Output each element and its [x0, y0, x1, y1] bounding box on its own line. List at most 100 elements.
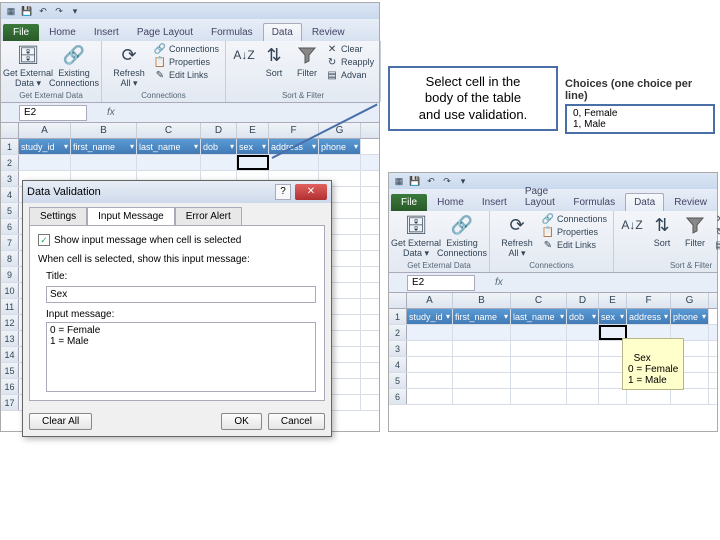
clear-button[interactable]: ✕Clear	[714, 213, 720, 225]
ok-button[interactable]: OK	[221, 413, 261, 430]
row-hdr[interactable]: 6	[389, 389, 407, 404]
row-hdr[interactable]: 5	[389, 373, 407, 388]
refresh-all-button[interactable]: ⟳ Refresh All ▾	[496, 213, 538, 259]
cell[interactable]	[407, 357, 453, 372]
row-hdr[interactable]: 17	[1, 395, 19, 410]
filter-dropdown-icon[interactable]: ▾	[130, 139, 134, 154]
hdr-address[interactable]: address▾	[627, 309, 671, 324]
advanced-button[interactable]: ▤Advan	[326, 69, 374, 81]
save-icon[interactable]: 💾	[21, 5, 33, 17]
col-F[interactable]: F	[627, 293, 671, 308]
name-box[interactable]: E2	[19, 105, 87, 121]
reapply-button[interactable]: ↻Reapply	[326, 56, 374, 68]
reapply-button[interactable]: ↻Reapply	[714, 226, 720, 238]
row-1[interactable]: 1	[389, 309, 407, 324]
sort-button[interactable]: ⇅ Sort	[260, 43, 288, 78]
cell[interactable]	[407, 389, 453, 404]
hdr-study-id[interactable]: study_id▾	[19, 139, 71, 154]
tab-insert[interactable]: Insert	[474, 194, 515, 211]
tab-file[interactable]: File	[391, 194, 427, 211]
hdr-phone[interactable]: phone▾	[671, 309, 709, 324]
cell[interactable]	[71, 155, 137, 170]
refresh-all-button[interactable]: ⟳ Refresh All ▾	[108, 43, 150, 89]
hdr-phone[interactable]: phone▾	[319, 139, 361, 154]
filter-dropdown-icon[interactable]: ▾	[230, 139, 234, 154]
col-B[interactable]: B	[453, 293, 511, 308]
filter-dropdown-icon[interactable]: ▾	[194, 139, 198, 154]
filter-dropdown-icon[interactable]: ▾	[702, 309, 706, 324]
cell[interactable]	[511, 389, 567, 404]
tab-review[interactable]: Review	[304, 24, 353, 41]
row-2[interactable]: 2	[389, 325, 407, 340]
hdr-last-name[interactable]: last_name▾	[511, 309, 567, 324]
cell[interactable]	[511, 341, 567, 356]
cell[interactable]	[511, 357, 567, 372]
filter-dropdown-icon[interactable]: ▾	[446, 309, 450, 324]
title-input[interactable]	[46, 286, 316, 303]
col-E[interactable]: E	[599, 293, 627, 308]
filter-dropdown-icon[interactable]: ▾	[504, 309, 508, 324]
filter-dropdown-icon[interactable]: ▾	[560, 309, 564, 324]
qat-dropdown-icon[interactable]: ▾	[69, 5, 81, 17]
existing-connections-button[interactable]: 🔗 Existing Connections	[441, 213, 483, 258]
undo-icon[interactable]: ↶	[37, 5, 49, 17]
dlg-tab-input-message[interactable]: Input Message	[87, 207, 175, 225]
cell[interactable]	[599, 389, 627, 404]
row-hdr[interactable]: 3	[1, 171, 19, 186]
cell[interactable]	[407, 373, 453, 388]
cell[interactable]	[627, 389, 671, 404]
row-hdr[interactable]: 9	[1, 267, 19, 282]
filter-dropdown-icon[interactable]: ▾	[664, 309, 668, 324]
row-2[interactable]: 2	[1, 155, 19, 170]
row-hdr[interactable]: 7	[1, 235, 19, 250]
cell[interactable]	[567, 389, 599, 404]
cell[interactable]	[319, 155, 361, 170]
hdr-sex[interactable]: sex▾	[599, 309, 627, 324]
hdr-study-id[interactable]: study_id▾	[407, 309, 453, 324]
cell[interactable]	[567, 325, 599, 340]
col-B[interactable]: B	[71, 123, 137, 138]
row-hdr[interactable]: 13	[1, 331, 19, 346]
cell[interactable]	[671, 389, 709, 404]
tab-data[interactable]: Data	[625, 193, 664, 211]
col-E[interactable]: E	[237, 123, 269, 138]
redo-icon[interactable]: ↷	[441, 175, 453, 187]
filter-dropdown-icon[interactable]: ▾	[592, 309, 596, 324]
name-box[interactable]: E2	[407, 275, 475, 291]
fx-icon[interactable]: fx	[495, 277, 503, 288]
dialog-titlebar[interactable]: Data Validation ? ✕	[23, 181, 331, 203]
filter-button[interactable]: Filter	[680, 213, 710, 248]
filter-dropdown-icon[interactable]: ▾	[312, 139, 316, 154]
row-hdr[interactable]: 8	[1, 251, 19, 266]
cell[interactable]	[407, 341, 453, 356]
cell[interactable]	[453, 389, 511, 404]
hdr-sex[interactable]: sex▾	[237, 139, 269, 154]
cell[interactable]	[137, 155, 201, 170]
cell[interactable]	[453, 341, 511, 356]
properties-button[interactable]: 📋Properties	[542, 226, 607, 238]
tab-file[interactable]: File	[3, 24, 39, 41]
edit-links-button[interactable]: ✎Edit Links	[154, 69, 219, 81]
tab-pagelayout[interactable]: Page Layout	[129, 24, 201, 41]
filter-dropdown-icon[interactable]: ▾	[262, 139, 266, 154]
col-D[interactable]: D	[201, 123, 237, 138]
tab-home[interactable]: Home	[41, 24, 84, 41]
cell[interactable]	[511, 325, 567, 340]
cell[interactable]	[511, 373, 567, 388]
col-C[interactable]: C	[137, 123, 201, 138]
col-A[interactable]: A	[407, 293, 453, 308]
cell[interactable]	[453, 325, 511, 340]
selected-cell-E2[interactable]	[237, 155, 269, 170]
get-external-data-button[interactable]: 🗄 Get External Data ▾	[395, 213, 437, 259]
undo-icon[interactable]: ↶	[425, 175, 437, 187]
cell[interactable]	[453, 357, 511, 372]
sort-az-button[interactable]: A↓Z	[232, 43, 256, 67]
hdr-first-name[interactable]: first_name▾	[71, 139, 137, 154]
redo-icon[interactable]: ↷	[53, 5, 65, 17]
dlg-tab-error-alert[interactable]: Error Alert	[175, 207, 242, 225]
connections-button[interactable]: 🔗Connections	[542, 213, 607, 225]
cell[interactable]	[567, 341, 599, 356]
row-hdr[interactable]: 16	[1, 379, 19, 394]
save-icon[interactable]: 💾	[409, 175, 421, 187]
edit-links-button[interactable]: ✎Edit Links	[542, 239, 607, 251]
